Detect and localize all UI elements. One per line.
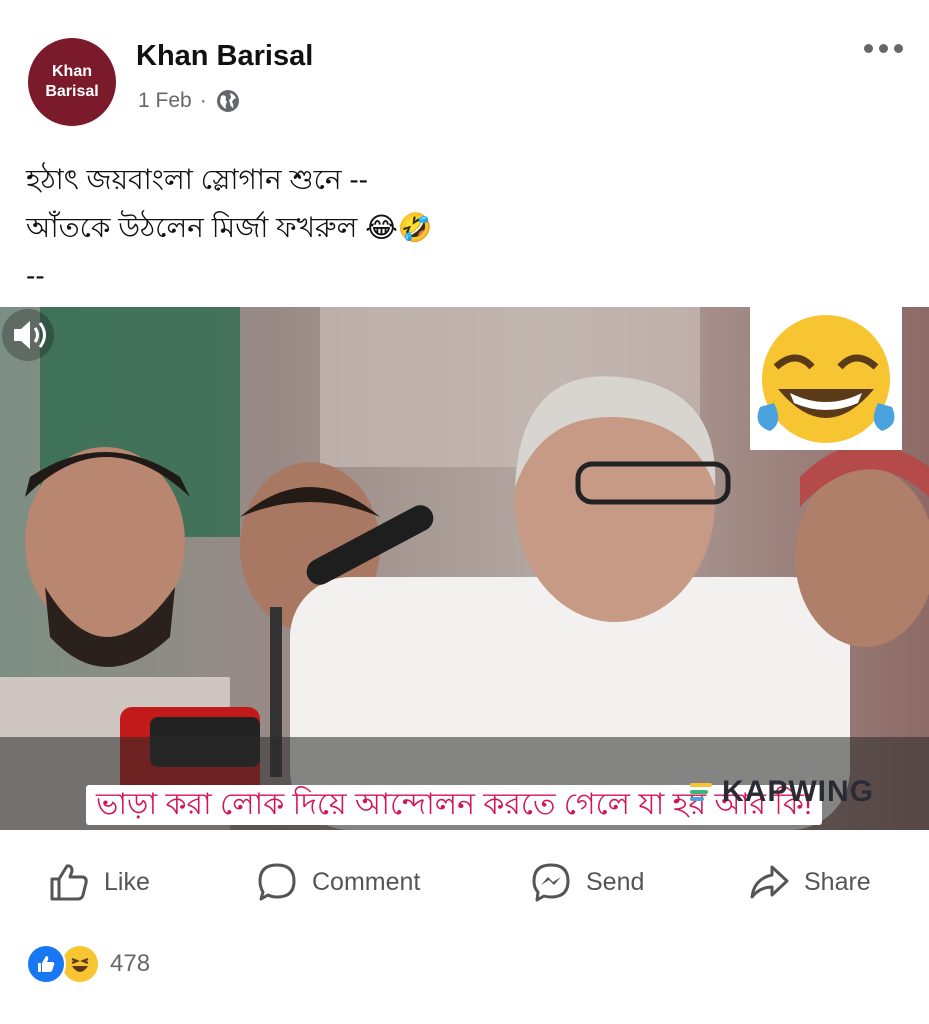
avatar-text-line2: Barisal [45, 83, 99, 100]
author-name[interactable]: Khan Barisal [136, 40, 313, 73]
caption-line-3: -- [26, 260, 45, 291]
kapwing-watermark: KAPWING [690, 775, 874, 809]
more-options-button[interactable] [864, 44, 903, 53]
post-caption: হঠাৎ জয়বাংলা স্লোগান শুনে -- আঁতকে উঠলে… [26, 156, 433, 300]
share-arrow-icon [750, 865, 789, 899]
meta-separator: · [199, 89, 207, 112]
dot-icon [879, 44, 888, 53]
video-frame [0, 307, 929, 830]
share-label: Share [804, 867, 871, 896]
dot-icon [864, 44, 873, 53]
globe-icon [216, 90, 239, 112]
post-actions-bar: Like Comment Send Share [0, 848, 929, 914]
comment-label: Comment [312, 867, 421, 896]
avatar-text-line1: Khan [52, 63, 92, 80]
dot-icon [894, 44, 903, 53]
reaction-summary[interactable]: 478 [26, 944, 150, 984]
like-button[interactable]: Like [48, 860, 150, 904]
send-button[interactable]: Send [530, 860, 644, 904]
author-avatar[interactable]: Khan Barisal [28, 38, 116, 126]
reaction-count: 478 [110, 950, 151, 977]
kapwing-logo-icon [690, 781, 716, 803]
messenger-icon [532, 863, 570, 902]
post-date[interactable]: 1 Feb [138, 89, 192, 113]
post-meta: 1 Feb · [138, 88, 241, 114]
caption-line-1: হঠাৎ জয়বাংলা স্লোগান শুনে -- [26, 164, 368, 195]
send-label: Send [586, 867, 645, 896]
caption-line-2: আঁতকে উঠলেন মির্জা ফখরুল 😂🤣 [26, 212, 433, 243]
like-label: Like [104, 867, 150, 896]
haha-reaction-icon [60, 944, 100, 984]
share-button[interactable]: Share [748, 860, 871, 904]
video-player[interactable]: ভাড়া করা লোক দিয়ে আন্দোলন করতে গেলে যা… [0, 307, 929, 830]
speaker-icon[interactable] [0, 307, 56, 363]
kapwing-text: KAPWING [722, 775, 874, 808]
like-reaction-icon [26, 944, 66, 984]
comment-bubble-icon [258, 863, 296, 901]
thumbs-up-icon [50, 864, 88, 901]
comment-button[interactable]: Comment [256, 860, 420, 904]
